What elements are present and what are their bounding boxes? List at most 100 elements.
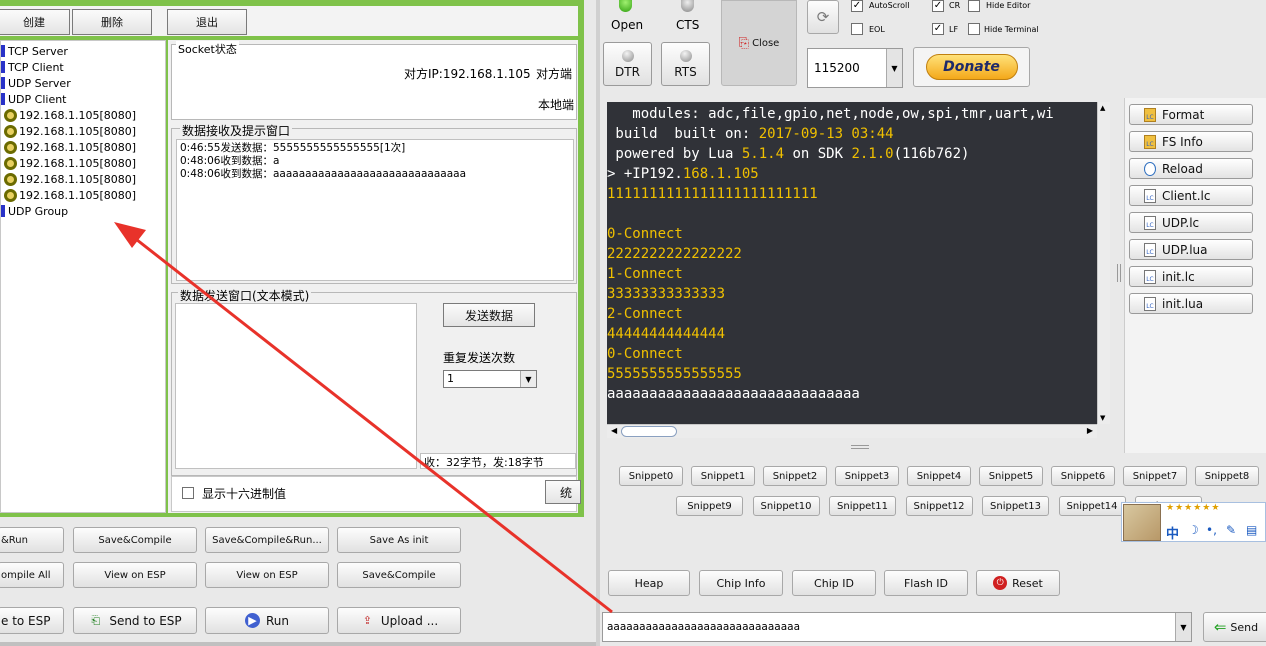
tree-item[interactable]: 192.168.1.105[8080] xyxy=(1,171,136,187)
hide-editor-checkbox[interactable] xyxy=(968,0,980,12)
stats-button[interactable]: 统 xyxy=(545,480,581,504)
reset-button[interactable]: ⏻ Reset xyxy=(976,570,1060,596)
terminal-vscrollbar[interactable]: ▲ ▼ xyxy=(1097,102,1110,424)
terminal-text: 5555555555555555 xyxy=(607,366,742,382)
esp-button-label: &Run xyxy=(1,534,28,546)
snippet-button[interactable]: Snippet11 xyxy=(829,496,896,516)
tree-item[interactable]: UDP Client xyxy=(1,91,67,107)
create-button[interactable]: 创建 xyxy=(0,9,70,35)
terminal-line: 5555555555555555 xyxy=(607,364,742,384)
tree-item[interactable]: UDP Group xyxy=(1,203,68,219)
heap-button[interactable]: Heap xyxy=(608,570,690,596)
repeat-count-select[interactable]: 1 ▼ xyxy=(443,370,537,388)
snippet-button[interactable]: Snippet0 xyxy=(619,466,683,486)
file-button[interactable]: LC FS Info xyxy=(1129,131,1253,152)
recv-textarea[interactable]: 0:46:55发送数据：5555555555555555[1次] 0:48:06… xyxy=(176,139,574,281)
snippet-button[interactable]: Snippet3 xyxy=(835,466,899,486)
esp-button[interactable]: ompile All xyxy=(0,562,64,588)
tree-item[interactable]: 192.168.1.105[8080] xyxy=(1,139,136,155)
delete-button[interactable]: 删除 xyxy=(72,9,152,35)
chevron-down-icon[interactable]: ▼ xyxy=(1175,613,1191,641)
send-data-button[interactable]: 发送数据 xyxy=(443,303,535,327)
hide-terminal-checkbox[interactable] xyxy=(968,23,980,35)
snippet-button[interactable]: Snippet8 xyxy=(1195,466,1259,486)
chip-info-button[interactable]: Chip Info xyxy=(699,570,783,596)
snippet-label: Snippet10 xyxy=(760,500,812,512)
snippet-button[interactable]: Snippet9 xyxy=(676,496,743,516)
tree-item[interactable]: 192.168.1.105[8080] xyxy=(1,155,136,171)
terminal-output[interactable]: modules: adc,file,gpio,net,node,ow,spi,t… xyxy=(607,102,1097,424)
ime-toolbar[interactable]: ★★★★★★ 中 ☽ •, ✎ ▤ xyxy=(1121,502,1266,542)
scroll-thumb[interactable] xyxy=(621,426,677,437)
snippet-button[interactable]: Snippet6 xyxy=(1051,466,1115,486)
send-textarea[interactable] xyxy=(175,303,417,469)
side-splitter[interactable] xyxy=(1117,264,1121,282)
scroll-down-icon[interactable]: ▼ xyxy=(1100,414,1105,422)
rts-button[interactable]: RTS xyxy=(661,42,710,86)
tree-item[interactable]: TCP Client xyxy=(1,59,64,75)
esp-button[interactable]: ⇪ Upload ... xyxy=(337,607,461,634)
snippet-button[interactable]: Snippet13 xyxy=(982,496,1049,516)
snippet-button[interactable]: Snippet10 xyxy=(752,496,820,516)
esp-button[interactable]: e to ESP xyxy=(0,607,64,634)
tree-item-label: UDP Server xyxy=(8,76,71,90)
close-button[interactable]: ⎘ Close xyxy=(721,0,797,86)
flash-id-button[interactable]: Flash ID xyxy=(884,570,968,596)
terminal-hscrollbar[interactable]: ◀ ▶ xyxy=(607,424,1097,438)
file-button[interactable]: LC UDP.lua xyxy=(1129,239,1253,260)
esp-button[interactable]: ▶ Run xyxy=(205,607,329,634)
close-icon: ⎘ xyxy=(738,35,750,51)
esp-button[interactable]: Save&Compile xyxy=(73,527,197,553)
snippet-label: Snippet2 xyxy=(772,470,818,482)
snippet-button[interactable]: Snippet5 xyxy=(979,466,1043,486)
refresh-ports-button[interactable]: ⟳ xyxy=(807,0,839,34)
lf-checkbox[interactable]: ✓ xyxy=(932,23,944,35)
tree-item[interactable]: UDP Server xyxy=(1,75,71,91)
esp-button[interactable]: &Run xyxy=(0,527,64,553)
snippet-button[interactable]: Snippet14 xyxy=(1058,496,1126,516)
snippet-button[interactable]: Snippet1 xyxy=(691,466,755,486)
file-button[interactable]: LC UDP.lc xyxy=(1129,212,1253,233)
file-button[interactable]: LC init.lua xyxy=(1129,293,1253,314)
esp-button[interactable]: View on ESP xyxy=(205,562,329,588)
esp-button[interactable]: Save As init xyxy=(337,527,461,553)
esp-button[interactable]: ⎗ Send to ESP xyxy=(73,607,197,634)
node-icon xyxy=(1,205,5,217)
scroll-right-icon[interactable]: ▶ xyxy=(1087,426,1093,435)
eol-checkbox[interactable] xyxy=(851,23,863,35)
file-button[interactable]: LC Format xyxy=(1129,104,1253,125)
splitter-grip[interactable] xyxy=(851,445,869,449)
snippet-button[interactable]: Snippet7 xyxy=(1123,466,1187,486)
tree-item[interactable]: 192.168.1.105[8080] xyxy=(1,187,136,203)
chip-id-button[interactable]: Chip ID xyxy=(792,570,876,596)
command-input[interactable]: aaaaaaaaaaaaaaaaaaaaaaaaaaaaaa ▼ xyxy=(602,612,1192,642)
tree-item[interactable]: 192.168.1.105[8080] xyxy=(1,107,136,123)
reload-icon xyxy=(1144,161,1156,176)
esp-button[interactable]: Save&Compile&Run... xyxy=(205,527,329,553)
donate-button-frame[interactable]: Donate xyxy=(913,47,1030,87)
hex-checkbox[interactable] xyxy=(182,487,194,499)
file-button[interactable]: Reload xyxy=(1129,158,1253,179)
snippet-button[interactable]: Snippet2 xyxy=(763,466,827,486)
exit-button[interactable]: 退出 xyxy=(167,9,247,35)
connection-icon xyxy=(4,172,17,186)
snippet-button[interactable]: Snippet4 xyxy=(907,466,971,486)
ime-mode-label: 中 xyxy=(1166,527,1180,542)
scroll-left-icon[interactable]: ◀ xyxy=(611,426,617,435)
file-button[interactable]: LC init.lc xyxy=(1129,266,1253,287)
scroll-up-icon[interactable]: ▲ xyxy=(1100,104,1105,112)
tree-item[interactable]: 192.168.1.105[8080] xyxy=(1,123,136,139)
cr-checkbox[interactable]: ✓ xyxy=(932,0,944,12)
send-button[interactable]: ⇐ Send xyxy=(1203,612,1266,642)
open-label[interactable]: Open xyxy=(611,18,643,32)
snippet-button[interactable]: Snippet12 xyxy=(905,496,973,516)
esp-button[interactable]: Save&Compile xyxy=(337,562,461,588)
terminal-text: 2017-09-13 03:44 xyxy=(758,126,894,142)
dtr-button[interactable]: DTR xyxy=(603,42,652,86)
file-button[interactable]: LC Client.lc xyxy=(1129,185,1253,206)
autoscroll-checkbox[interactable]: ✓ xyxy=(851,0,863,12)
tree-item[interactable]: TCP Server xyxy=(1,43,68,59)
tree-item-label: 192.168.1.105[8080] xyxy=(19,156,137,170)
baud-select[interactable]: 115200 ▼ xyxy=(807,48,903,88)
esp-button[interactable]: View on ESP xyxy=(73,562,197,588)
